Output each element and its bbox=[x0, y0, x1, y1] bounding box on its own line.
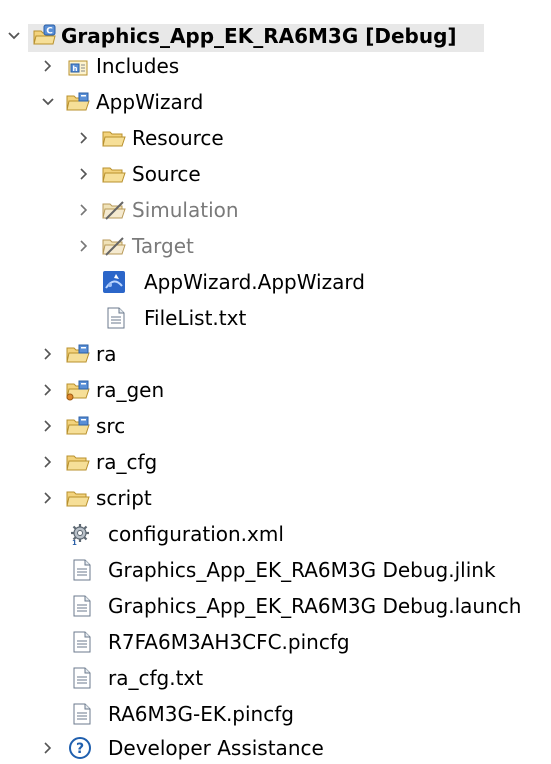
text-file-icon bbox=[73, 667, 91, 689]
includes-icon: h bbox=[68, 60, 88, 76]
chevron-right-icon[interactable] bbox=[40, 454, 56, 470]
launch-label: Graphics_App_EK_RA6M3G Debug.launch bbox=[108, 594, 522, 618]
jlink-label: Graphics_App_EK_RA6M3G Debug.jlink bbox=[108, 558, 496, 582]
folder-icon bbox=[102, 167, 126, 183]
folder-icon bbox=[66, 491, 90, 507]
filelist-label: FileList.txt bbox=[144, 306, 247, 330]
gear-file-icon: 1 bbox=[71, 524, 89, 546]
resource-label: Resource bbox=[132, 126, 224, 150]
chevron-right-icon[interactable] bbox=[40, 58, 56, 74]
c-project-icon: C bbox=[33, 24, 56, 45]
excluded-folder-icon bbox=[102, 201, 126, 220]
tree-row-resource[interactable]: Resource bbox=[0, 120, 300, 156]
tree-row-source[interactable]: Source bbox=[0, 156, 300, 192]
chevron-right-icon[interactable] bbox=[40, 740, 56, 756]
svg-text:1: 1 bbox=[72, 539, 77, 546]
tree-row-appwizard[interactable]: AppWizard bbox=[0, 84, 300, 120]
chevron-right-icon[interactable] bbox=[76, 166, 92, 182]
svg-text:C: C bbox=[46, 27, 53, 37]
help-icon: ? bbox=[69, 737, 91, 759]
chevron-right-icon[interactable] bbox=[40, 418, 56, 434]
chevron-right-icon[interactable] bbox=[76, 238, 92, 254]
tree-row-includes[interactable]: h Includes bbox=[0, 48, 300, 84]
pincfg-ek-label: RA6M3G-EK.pincfg bbox=[108, 702, 294, 726]
tree-row-appwizard-file[interactable]: AppWizard.AppWizard bbox=[0, 264, 400, 300]
ra-gen-label: ra_gen bbox=[96, 378, 165, 402]
appwizard-label: AppWizard bbox=[96, 90, 204, 114]
ra-label: ra bbox=[96, 342, 117, 366]
chevron-right-icon[interactable] bbox=[40, 490, 56, 506]
svg-text:?: ? bbox=[76, 741, 84, 757]
target-label: Target bbox=[132, 234, 194, 258]
folder-icon bbox=[66, 455, 90, 471]
tree-row-pincfg-r7fa[interactable]: R7FA6M3AH3CFC.pincfg bbox=[0, 624, 450, 660]
pincfg-r7fa-label: R7FA6M3AH3CFC.pincfg bbox=[108, 630, 350, 654]
source-folder-icon bbox=[66, 416, 90, 435]
tree-row-ra[interactable]: ra bbox=[0, 336, 300, 372]
chevron-down-icon[interactable] bbox=[6, 28, 22, 44]
source-folder-icon bbox=[66, 344, 90, 363]
source-label: Source bbox=[132, 162, 201, 186]
tree-row-ra-cfg[interactable]: ra_cfg bbox=[0, 444, 300, 480]
developer-assistance-label: Developer Assistance bbox=[108, 736, 324, 760]
svg-text:h: h bbox=[73, 65, 78, 73]
tree-row-pincfg-ek[interactable]: RA6M3G-EK.pincfg bbox=[0, 696, 400, 732]
chevron-right-icon[interactable] bbox=[76, 130, 92, 146]
ra-cfg-label: ra_cfg bbox=[96, 450, 158, 474]
text-file-icon bbox=[73, 703, 91, 725]
chevron-right-icon[interactable] bbox=[40, 382, 56, 398]
tree-row-target[interactable]: Target bbox=[0, 228, 300, 264]
tree-row-configuration[interactable]: 1 configuration.xml bbox=[0, 516, 400, 552]
tree-row-launch[interactable]: Graphics_App_EK_RA6M3G Debug.launch bbox=[0, 588, 551, 624]
ra-cfg-txt-label: ra_cfg.txt bbox=[108, 666, 204, 690]
src-label: src bbox=[96, 414, 126, 438]
simulation-label: Simulation bbox=[132, 198, 239, 222]
tree-row-ra-cfg-txt[interactable]: ra_cfg.txt bbox=[0, 660, 400, 696]
appwizard-file-label: AppWizard.AppWizard bbox=[144, 270, 365, 294]
text-file-icon bbox=[73, 595, 91, 617]
tree-row-src[interactable]: src bbox=[0, 408, 300, 444]
script-label: script bbox=[96, 486, 152, 510]
project-label: Graphics_App_EK_RA6M3G [Debug] bbox=[61, 24, 457, 48]
source-folder-icon bbox=[66, 380, 90, 401]
tree-row-ra-gen[interactable]: ra_gen bbox=[0, 372, 300, 408]
chevron-right-icon[interactable] bbox=[76, 202, 92, 218]
tree-row-simulation[interactable]: Simulation bbox=[0, 192, 300, 228]
chevron-down-icon[interactable] bbox=[40, 94, 56, 110]
tree-row-developer-assistance[interactable]: ? Developer Assistance bbox=[0, 728, 400, 764]
tree-row-jlink[interactable]: Graphics_App_EK_RA6M3G Debug.jlink bbox=[0, 552, 551, 588]
text-file-icon bbox=[73, 631, 91, 653]
text-file-icon bbox=[73, 559, 91, 581]
source-folder-icon bbox=[66, 92, 90, 111]
tree-row-filelist[interactable]: FileList.txt bbox=[0, 300, 400, 336]
includes-label: Includes bbox=[96, 54, 180, 78]
folder-icon bbox=[102, 131, 126, 147]
appwizard-icon bbox=[103, 271, 125, 293]
project-explorer-tree: C Graphics_App_EK_RA6M3G [Debug] h Inclu… bbox=[0, 0, 551, 760]
chevron-right-icon[interactable] bbox=[40, 346, 56, 362]
configuration-label: configuration.xml bbox=[108, 522, 284, 546]
excluded-folder-icon bbox=[102, 237, 126, 256]
tree-row-script[interactable]: script bbox=[0, 480, 300, 516]
text-file-icon bbox=[107, 307, 125, 329]
